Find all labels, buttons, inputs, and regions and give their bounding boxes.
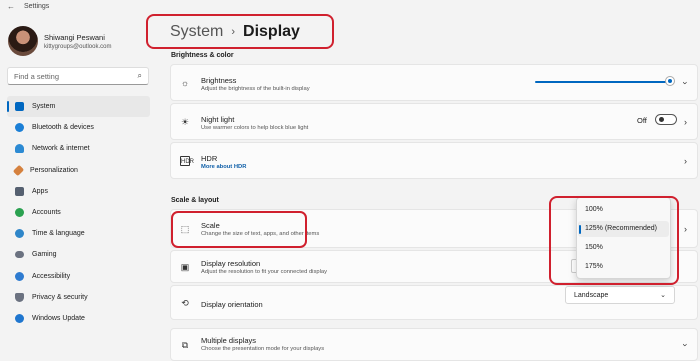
multiple-displays-title: Multiple displays: [201, 336, 257, 345]
sidebar-item-label: Personalization: [30, 166, 78, 174]
breadcrumb-parent[interactable]: System: [170, 23, 223, 41]
sidebar-item-label: Time & language: [32, 230, 85, 238]
brightness-card[interactable]: ☼ Brightness Adjust the brightness of th…: [170, 64, 698, 101]
night-light-icon: ☀: [180, 116, 190, 127]
sidebar-item-windows-update[interactable]: Windows Update: [7, 308, 150, 329]
sidebar-item-accounts[interactable]: Accounts: [7, 202, 150, 223]
chevron-down-icon[interactable]: ›: [681, 343, 691, 346]
night-light-card[interactable]: ☀ Night light Use warmer colors to help …: [170, 103, 698, 140]
sidebar-item-label: Bluetooth & devices: [32, 124, 94, 132]
user-profile[interactable]: Shiwangi Peswani kittygroups@outlook.com: [8, 24, 111, 58]
wifi-icon: [15, 144, 24, 154]
apps-icon: [15, 186, 24, 196]
sidebar-item-label: Accessibility: [32, 272, 71, 280]
globe-icon: [15, 229, 24, 239]
sidebar-item-bluetooth[interactable]: Bluetooth & devices: [7, 117, 150, 138]
scale-highlight-outline: [171, 211, 307, 248]
page-title: Display: [243, 22, 300, 40]
accessibility-icon: [15, 271, 24, 281]
sun-icon: ☼: [180, 77, 190, 88]
multiple-displays-icon: ⧉: [181, 339, 189, 350]
brightness-desc: Adjust the brightness of the built-in di…: [201, 86, 310, 92]
update-icon: [15, 313, 24, 323]
bluetooth-icon: [15, 123, 24, 133]
sidebar-item-network[interactable]: Network & internet: [7, 138, 150, 159]
chevron-down-icon: ⌄: [660, 292, 666, 299]
sidebar-item-label: Windows Update: [32, 314, 85, 322]
sidebar-item-accessibility[interactable]: Accessibility: [7, 266, 150, 287]
shield-icon: [15, 292, 24, 302]
sidebar-item-label: Privacy & security: [32, 293, 88, 301]
profile-email: kittygroups@outlook.com: [44, 43, 112, 50]
display-resolution-desc: Adjust the resolution to fit your connec…: [201, 269, 327, 275]
night-light-toggle[interactable]: [655, 114, 677, 125]
night-light-desc: Use warmer colors to help block blue lig…: [201, 125, 309, 131]
night-light-state: Off: [637, 116, 647, 125]
person-icon: [15, 208, 24, 218]
display-orientation-title: Display orientation: [201, 300, 263, 309]
toggle-knob: [659, 117, 664, 122]
sidebar-item-privacy[interactable]: Privacy & security: [7, 287, 150, 308]
sidebar-item-gaming[interactable]: Gaming: [7, 244, 150, 265]
brush-icon: [12, 164, 25, 176]
breadcrumb: System › Display: [146, 14, 334, 49]
search-placeholder: Find a setting: [14, 72, 60, 81]
search-input[interactable]: Find a setting ⌕: [7, 67, 149, 85]
scale-dropdown-highlight-outline: [549, 196, 679, 285]
orientation-dropdown[interactable]: Landscape ⌄: [565, 286, 675, 304]
hdr-link[interactable]: More about HDR: [201, 164, 246, 170]
sidebar-item-personalization[interactable]: Personalization: [7, 160, 150, 181]
section-title-scale-layout: Scale & layout: [171, 197, 219, 204]
sidebar-item-system[interactable]: System: [7, 96, 150, 118]
window-title: Settings: [24, 3, 50, 10]
window-titlebar: ← Settings: [0, 0, 700, 14]
chevron-right-icon[interactable]: ›: [684, 156, 687, 166]
sidebar-item-label: Apps: [32, 187, 48, 195]
chevron-down-icon[interactable]: ›: [681, 81, 691, 84]
resolution-icon: ▣: [180, 261, 190, 272]
sidebar-nav: System Bluetooth & devices Network & int…: [7, 96, 150, 329]
monitor-icon: [15, 102, 24, 112]
hdr-icon: HDR: [180, 155, 194, 166]
night-light-title: Night light: [201, 115, 235, 124]
breadcrumb-separator: ›: [231, 25, 236, 38]
back-arrow-icon[interactable]: ←: [7, 2, 15, 11]
orientation-icon: ⟲: [181, 297, 189, 308]
section-title-brightness-color: Brightness & color: [171, 52, 234, 59]
multiple-displays-card[interactable]: ⧉ Multiple displays Choose the presentat…: [170, 328, 698, 361]
brightness-slider-thumb[interactable]: [666, 77, 674, 85]
chevron-right-icon[interactable]: ›: [684, 117, 687, 127]
hdr-title: HDR: [201, 154, 218, 163]
sidebar-item-apps[interactable]: Apps: [7, 181, 150, 202]
profile-name: Shiwangi Peswani: [44, 32, 105, 42]
sidebar-item-time-language[interactable]: Time & language: [7, 223, 150, 244]
controller-icon: [15, 251, 24, 259]
sidebar-item-label: System: [32, 103, 56, 111]
brightness-slider[interactable]: [535, 81, 670, 83]
sidebar-item-label: Network & internet: [32, 145, 90, 153]
brightness-title: Brightness: [201, 76, 237, 85]
multiple-displays-desc: Choose the presentation mode for your di…: [201, 346, 325, 352]
avatar: [8, 26, 38, 56]
sidebar-item-label: Gaming: [32, 251, 57, 259]
orientation-value: Landscape: [574, 292, 609, 299]
hdr-card[interactable]: HDR HDR More about HDR ›: [170, 142, 698, 179]
chevron-right-icon[interactable]: ›: [684, 224, 687, 234]
display-resolution-title: Display resolution: [201, 259, 261, 268]
search-icon: ⌕: [137, 71, 142, 80]
sidebar-item-label: Accounts: [32, 209, 61, 217]
